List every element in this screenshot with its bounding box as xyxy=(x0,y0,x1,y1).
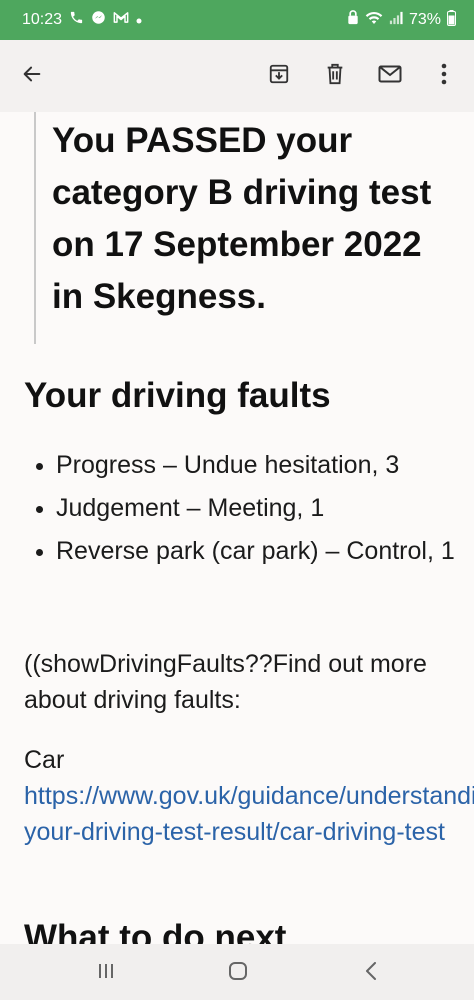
email-toolbar xyxy=(0,40,474,112)
list-item: Progress – Undue hesitation, 3 xyxy=(56,446,474,484)
car-label: Car xyxy=(24,746,65,774)
home-button[interactable] xyxy=(223,958,253,988)
status-bar: 10:23 73% xyxy=(0,0,474,40)
messenger-icon xyxy=(91,10,106,30)
archive-button[interactable] xyxy=(261,58,297,94)
next-steps-heading: What to do next xyxy=(24,918,287,944)
car-guidance: Car https://www.gov.uk/guidance/understa… xyxy=(24,742,474,850)
dot-icon xyxy=(136,11,142,29)
car-guidance-link[interactable]: https://www.gov.uk/guidance/understandin… xyxy=(24,778,474,850)
system-nav-bar xyxy=(0,944,474,1000)
more-options-button[interactable] xyxy=(426,58,462,94)
lock-icon xyxy=(347,10,359,30)
phone-icon xyxy=(69,10,84,30)
recents-icon xyxy=(97,963,115,984)
status-right: 73% xyxy=(347,9,456,31)
driving-faults-info: ((showDrivingFaults??Find out more about… xyxy=(24,650,427,714)
test-result-text: You PASSED your category B driving test … xyxy=(52,121,432,316)
faults-heading: Your driving faults xyxy=(24,376,331,415)
back-icon xyxy=(365,961,377,985)
email-body[interactable]: You PASSED your category B driving test … xyxy=(0,112,474,944)
archive-icon xyxy=(268,63,290,90)
delete-button[interactable] xyxy=(317,58,353,94)
nav-back-button[interactable] xyxy=(356,958,386,988)
battery-text: 73% xyxy=(408,11,441,28)
list-item: Judgement – Meeting, 1 xyxy=(56,489,474,527)
result-blockquote: You PASSED your category B driving test … xyxy=(34,112,454,344)
mail-icon xyxy=(378,64,402,89)
back-button[interactable] xyxy=(14,58,50,94)
gmail-icon xyxy=(113,11,129,29)
faults-list: Progress – Undue hesitation, 3 Judgement… xyxy=(0,446,474,575)
status-time: 10:23 xyxy=(22,11,63,28)
home-icon xyxy=(228,961,248,986)
more-icon xyxy=(441,63,447,90)
delete-icon xyxy=(325,63,345,90)
back-arrow-icon xyxy=(21,63,43,90)
status-left: 10:23 xyxy=(22,10,142,30)
recents-button[interactable] xyxy=(91,958,121,988)
mark-unread-button[interactable] xyxy=(372,58,408,94)
list-item: Reverse park (car park) – Control, 1 xyxy=(56,532,474,570)
battery-icon xyxy=(447,9,456,31)
signal-icon xyxy=(389,11,403,30)
wifi-icon xyxy=(365,11,383,30)
